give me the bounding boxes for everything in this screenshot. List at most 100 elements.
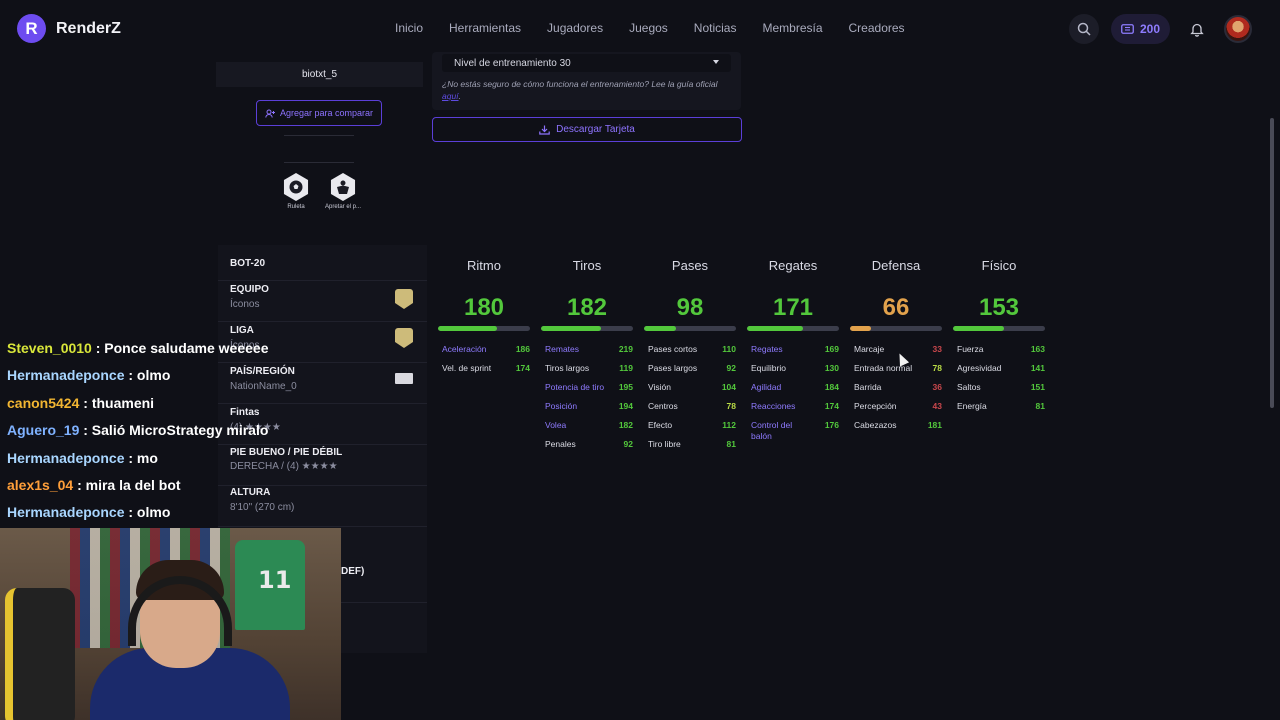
flag-icon bbox=[395, 373, 413, 384]
nav-link-herramientas[interactable]: Herramientas bbox=[449, 21, 521, 35]
stat-bar bbox=[747, 326, 839, 331]
divider bbox=[284, 162, 354, 163]
sub-stat-value: 104 bbox=[721, 382, 736, 392]
stat-column: Pases 98 Pases cortos 110 Pases largos 92 Visi… bbox=[644, 258, 736, 449]
stat-bar-fill bbox=[850, 326, 872, 331]
sub-stat-row: Control del balón 176 bbox=[751, 420, 839, 442]
brand-logo-icon: R bbox=[17, 14, 46, 43]
chat-username: Hermanadeponce bbox=[7, 504, 125, 521]
sub-stat-value: 110 bbox=[722, 344, 736, 354]
chat-username: Hermanadeponce bbox=[7, 449, 125, 466]
add-to-compare-button[interactable]: Agregar para comparar bbox=[256, 100, 382, 126]
sub-stat-value: 78 bbox=[726, 401, 736, 411]
sub-stat-row: Potencia de tiro 195 bbox=[545, 382, 633, 393]
nav-link-inicio[interactable]: Inicio bbox=[395, 21, 423, 35]
stat-bar bbox=[850, 326, 942, 331]
sub-stat-row: Barrida 36 bbox=[854, 382, 942, 393]
player-shield-icon bbox=[330, 173, 356, 201]
gaming-chair bbox=[5, 588, 75, 720]
sub-stat-name: Potencia de tiro bbox=[545, 382, 605, 392]
bell-icon bbox=[1190, 23, 1204, 37]
playstyle-label: Ruleta bbox=[287, 204, 305, 210]
sub-stat-value: 181 bbox=[927, 420, 942, 430]
sub-stat-list: Remates 219 Tiros largos 119 Potencia de tir… bbox=[545, 344, 633, 458]
sub-stat-row: Visión 104 bbox=[648, 382, 736, 393]
playstyle-ruleta[interactable]: Ruleta bbox=[274, 173, 318, 210]
sub-stat-value: 194 bbox=[618, 401, 633, 411]
sub-stat-value: 81 bbox=[726, 439, 736, 449]
sub-stat-row: Aceleración 186 bbox=[442, 344, 530, 355]
sub-stat-name: Fuerza bbox=[957, 344, 984, 354]
chat-text: : Ponce saludame weeeee bbox=[95, 340, 269, 356]
nav-right: 200 bbox=[1068, 14, 1252, 44]
sub-stat-name: Remates bbox=[545, 344, 580, 354]
sub-stat-value: 92 bbox=[726, 363, 736, 373]
chat-username: Aguero_19 bbox=[7, 422, 80, 439]
sub-stat-value: 130 bbox=[824, 363, 839, 373]
jersey-number: 11 bbox=[258, 566, 292, 594]
training-guide-link[interactable]: aquí bbox=[442, 91, 459, 101]
sub-stat-value: 163 bbox=[1030, 344, 1045, 354]
brand[interactable]: R RenderZ bbox=[17, 14, 121, 43]
stat-value: 171 bbox=[772, 294, 814, 321]
stat-value: 182 bbox=[566, 294, 608, 321]
page-scrollbar[interactable] bbox=[1270, 118, 1274, 408]
playstyle-apretar[interactable]: Apretar el p... bbox=[321, 173, 365, 210]
sub-stat-value: 92 bbox=[623, 439, 633, 449]
sub-stat-name: Regates bbox=[751, 344, 783, 354]
download-card-button[interactable]: Descargar Tarjeta bbox=[432, 117, 742, 142]
sub-stat-value: 151 bbox=[1030, 382, 1045, 392]
stat-value: 66 bbox=[882, 294, 910, 321]
search-button[interactable] bbox=[1068, 14, 1099, 44]
playstyle-label: Apretar el p... bbox=[324, 204, 362, 210]
stat-bar-fill bbox=[438, 326, 497, 331]
stat-name: Defensa bbox=[871, 258, 921, 273]
sub-stat-name: Agilidad bbox=[751, 382, 782, 392]
sub-stat-row: Saltos 151 bbox=[957, 382, 1045, 393]
chat-text: : thuameni bbox=[83, 394, 155, 411]
stat-name: Ritmo bbox=[467, 258, 501, 273]
nav-link-jugadores[interactable]: Jugadores bbox=[547, 21, 603, 35]
training-note-end: . bbox=[458, 91, 461, 101]
training-level-select[interactable]: Nivel de entrenamiento 30 bbox=[442, 54, 731, 72]
divider bbox=[284, 135, 354, 136]
stat-bar bbox=[644, 326, 736, 331]
training-panel: Nivel de entrenamiento 30 ¿No estás segu… bbox=[432, 52, 741, 110]
sub-stat-name: Posición bbox=[545, 401, 578, 411]
sub-stat-row: Fuerza 163 bbox=[957, 344, 1045, 355]
sub-stat-value: 78 bbox=[932, 363, 942, 373]
sub-stat-row: Regates 169 bbox=[751, 344, 839, 355]
sub-stat-name: Tiro libre bbox=[648, 439, 681, 449]
nav-links: Inicio Herramientas Jugadores Juegos Not… bbox=[395, 21, 905, 35]
coins-badge[interactable]: 200 bbox=[1110, 14, 1170, 44]
sub-stat-value: 169 bbox=[824, 344, 839, 354]
stat-column: Regates 171 Regates 169 Equilibrio 130 Agilida… bbox=[747, 258, 839, 441]
sub-stat-value: 43 bbox=[932, 401, 942, 411]
chat-text: : olmo bbox=[128, 504, 171, 521]
nav-link-membresia[interactable]: Membresía bbox=[762, 21, 822, 35]
nav-link-creadores[interactable]: Creadores bbox=[849, 21, 905, 35]
chat-text: : Salió MicroStrategy miralo bbox=[83, 422, 269, 439]
sub-stat-name: Pases cortos bbox=[648, 344, 698, 354]
sub-stat-value: 174 bbox=[515, 363, 530, 373]
sub-stat-value: 33 bbox=[932, 344, 942, 354]
info-title: EQUIPO bbox=[230, 284, 269, 295]
sub-stat-name: Marcaje bbox=[854, 344, 885, 354]
sub-stat-name: Reacciones bbox=[751, 401, 796, 411]
sub-stat-name: Pases largos bbox=[648, 363, 698, 373]
notifications-button[interactable] bbox=[1182, 14, 1212, 44]
stat-bar bbox=[953, 326, 1045, 331]
sub-stat-list: Aceleración 186 Vel. de sprint 174 bbox=[442, 344, 530, 382]
stat-bar-fill bbox=[953, 326, 1004, 331]
stat-column: Defensa 66 Marcaje 33 Entrada normal 78 Barrid… bbox=[850, 258, 942, 430]
coins-count: 200 bbox=[1139, 22, 1160, 36]
nav-link-juegos[interactable]: Juegos bbox=[629, 21, 668, 35]
chat-text: : olmo bbox=[128, 367, 171, 384]
sub-stat-name: Vel. de sprint bbox=[442, 363, 492, 373]
sub-stat-name: Centros bbox=[648, 401, 678, 411]
chevron-down-icon bbox=[713, 60, 719, 64]
user-avatar[interactable] bbox=[1224, 15, 1252, 43]
nav-link-noticias[interactable]: Noticias bbox=[694, 21, 737, 35]
sub-stat-name: Control del balón bbox=[751, 420, 793, 441]
sub-stat-row: Percepción 43 bbox=[854, 401, 942, 412]
